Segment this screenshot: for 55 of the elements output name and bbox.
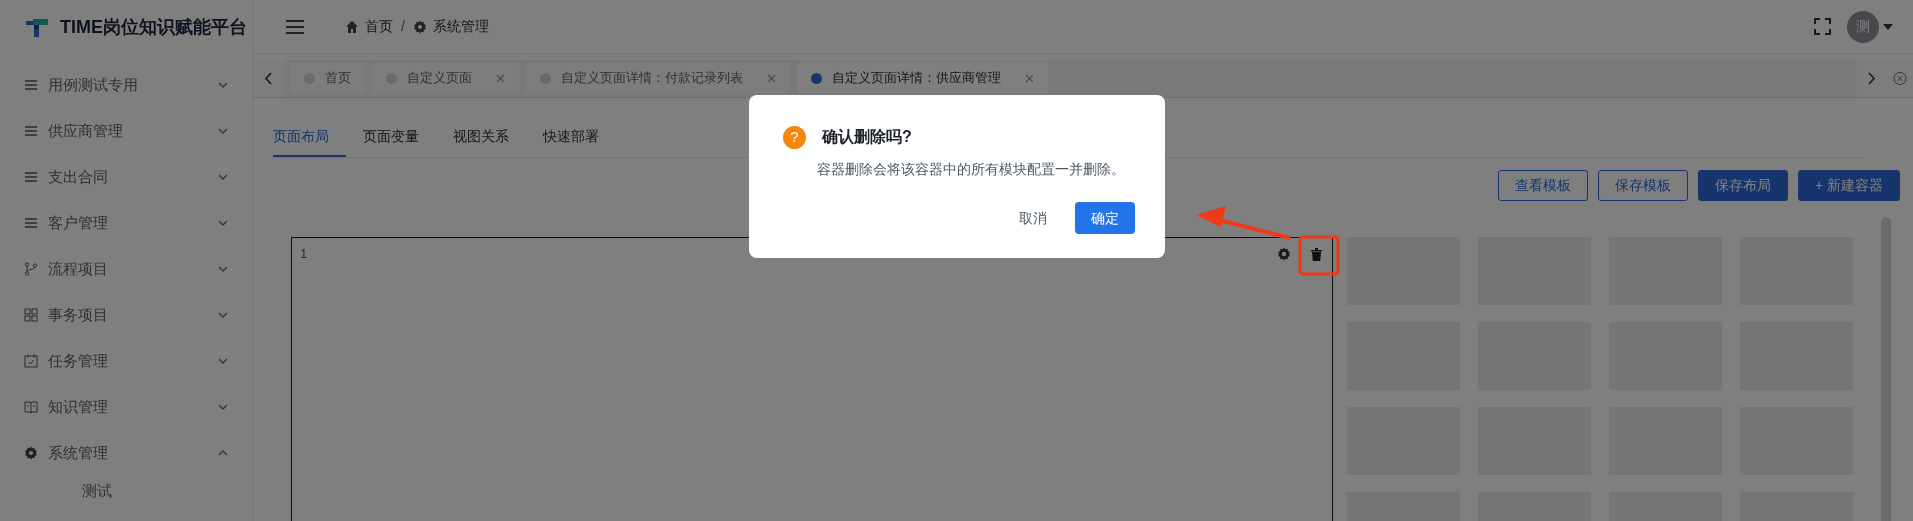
page-tab[interactable]: 首页 bbox=[290, 63, 365, 94]
sidebar-item[interactable]: 客户管理 bbox=[0, 200, 252, 246]
breadcrumb-separator: / bbox=[401, 17, 405, 36]
toolbar-button[interactable]: 保存模板 bbox=[1597, 170, 1688, 201]
close-circle-icon bbox=[1893, 71, 1907, 86]
list-icon bbox=[24, 78, 38, 92]
confirm-button[interactable]: 确定 bbox=[1075, 202, 1135, 234]
sidebar-item[interactable]: 系统管理 bbox=[0, 430, 252, 476]
highlight-frame bbox=[1298, 235, 1340, 276]
sidebar-item[interactable]: 事务项目 bbox=[0, 292, 252, 338]
home-icon bbox=[345, 19, 359, 34]
toolbar-button[interactable]: 保存布局 bbox=[1697, 170, 1788, 201]
breadcrumb-link[interactable]: 首页 bbox=[365, 16, 393, 37]
chevron-left-icon bbox=[264, 72, 272, 85]
sidebar-item[interactable]: 支出合同 bbox=[0, 154, 252, 200]
breadcrumb-link[interactable]: 系统管理 bbox=[432, 16, 489, 37]
calendar-check-icon bbox=[24, 354, 38, 368]
grid-icon bbox=[24, 308, 38, 322]
gear-icon bbox=[24, 446, 38, 460]
sidebar-item[interactable]: 任务管理 bbox=[0, 338, 252, 384]
toolbar-button[interactable]: 查看模板 bbox=[1497, 170, 1588, 201]
sidebar-item[interactable]: 知识管理 bbox=[0, 384, 252, 430]
fullscreen-icon[interactable] bbox=[1814, 18, 1831, 35]
book-icon bbox=[24, 400, 38, 414]
branch-icon bbox=[24, 262, 38, 276]
page-tab[interactable]: 自定义页面 bbox=[372, 63, 519, 94]
toolbar-button[interactable]: + 新建容器 bbox=[1797, 170, 1900, 201]
app-title: TIME岗位知识赋能平台 bbox=[60, 15, 247, 39]
list-icon bbox=[24, 216, 38, 230]
trash-icon bbox=[1310, 247, 1322, 261]
sidebar-item[interactable]: 供应商管理 bbox=[0, 108, 252, 154]
list-icon bbox=[24, 124, 38, 138]
container-number: 1 bbox=[300, 245, 308, 263]
sidebar-subitem[interactable]: 测试 bbox=[0, 476, 252, 506]
close-icon[interactable] bbox=[1025, 74, 1034, 83]
content-tab[interactable]: 页面布局 bbox=[273, 118, 346, 157]
sidebar-item[interactable]: 用例测试专用 bbox=[0, 62, 252, 108]
question-icon: ? bbox=[783, 125, 806, 149]
close-icon[interactable] bbox=[767, 74, 776, 83]
dialog-title: 确认删除吗? bbox=[822, 127, 912, 147]
caret-icon[interactable] bbox=[1883, 23, 1893, 30]
dialog-message: 容器删除会将该容器中的所有模块配置一并删除。 bbox=[817, 160, 1126, 179]
page-tab[interactable]: 自定义页面详情：付款记录列表 bbox=[526, 63, 790, 94]
content-tab[interactable]: 页面变量 bbox=[363, 118, 436, 157]
scroll-left-button[interactable] bbox=[253, 60, 283, 97]
sidebar-item[interactable]: 流程项目 bbox=[0, 246, 252, 292]
gear-icon bbox=[412, 19, 427, 34]
content-tab[interactable]: 快速部署 bbox=[543, 118, 616, 157]
close-icon[interactable] bbox=[496, 74, 505, 83]
list-icon bbox=[24, 170, 38, 184]
menu-icon[interactable] bbox=[285, 18, 305, 35]
content-tab[interactable]: 视图关系 bbox=[453, 118, 526, 157]
page-tab[interactable]: 自定义页面详情：供应商管理 bbox=[797, 63, 1048, 94]
chevron-right-icon bbox=[1868, 72, 1876, 85]
settings-icon bbox=[1277, 247, 1291, 261]
